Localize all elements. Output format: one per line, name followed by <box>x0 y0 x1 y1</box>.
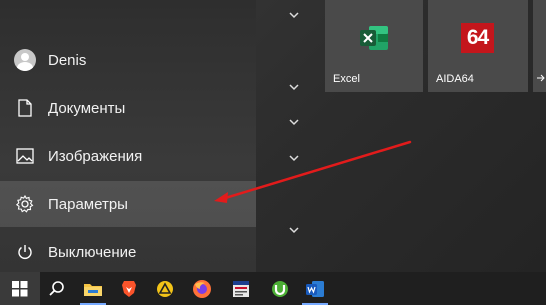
settings-label: Параметры <box>48 195 128 213</box>
news-icon <box>233 280 249 297</box>
documents-item[interactable]: Документы <box>0 85 256 131</box>
user-name-label: Denis <box>48 51 87 69</box>
tile-partial[interactable] <box>533 0 546 92</box>
start-menu-left-rail: Denis Документы Изображения Параметры Вы <box>0 0 256 272</box>
gear-icon <box>13 192 37 216</box>
brave-icon <box>122 280 136 297</box>
power-item[interactable]: Выключение <box>0 229 256 275</box>
user-avatar-icon <box>13 48 37 72</box>
search-button[interactable] <box>38 272 76 305</box>
taskbar-file-explorer[interactable] <box>74 272 112 305</box>
start-menu: Denis Документы Изображения Параметры Вы <box>0 0 546 272</box>
taskbar <box>0 272 546 305</box>
tile-excel[interactable]: Excel <box>325 0 423 92</box>
tile-glyph-icon <box>537 74 545 82</box>
power-icon <box>13 240 37 264</box>
taskbar-firefox[interactable] <box>183 272 221 305</box>
aida64-badge-text: 64 <box>466 26 489 49</box>
file-explorer-icon <box>84 283 102 296</box>
firefox-icon <box>193 279 211 298</box>
tile-aida64[interactable]: 64 AIDA64 <box>428 0 528 92</box>
taskbar-utorrent[interactable] <box>261 272 299 305</box>
chevron-down-icon[interactable] <box>287 115 301 129</box>
taskbar-angle-app[interactable] <box>146 272 184 305</box>
taskbar-word[interactable] <box>296 272 334 305</box>
angle-icon <box>157 280 173 297</box>
word-icon <box>306 280 324 297</box>
image-icon <box>13 144 37 168</box>
chevron-down-icon[interactable] <box>287 80 301 94</box>
chevron-down-icon[interactable] <box>287 8 301 22</box>
tile-excel-label: Excel <box>333 73 360 85</box>
utorrent-icon <box>272 280 288 297</box>
chevron-down-icon[interactable] <box>287 151 301 165</box>
document-icon <box>13 96 37 120</box>
taskbar-brave[interactable] <box>110 272 148 305</box>
power-label: Выключение <box>48 243 137 261</box>
chevron-down-icon[interactable] <box>287 223 301 237</box>
taskbar-news-app[interactable] <box>222 272 260 305</box>
windows-start-icon <box>12 280 28 296</box>
user-account-item[interactable]: Denis <box>0 37 256 83</box>
tile-aida64-label: AIDA64 <box>436 73 474 85</box>
aida64-icon: 64 <box>461 23 494 53</box>
pictures-item[interactable]: Изображения <box>0 133 256 179</box>
search-icon <box>49 280 64 296</box>
excel-icon <box>359 24 389 57</box>
settings-item[interactable]: Параметры <box>0 181 256 227</box>
pictures-label: Изображения <box>48 147 143 165</box>
windows-start-button[interactable] <box>0 272 40 305</box>
documents-label: Документы <box>48 99 126 117</box>
